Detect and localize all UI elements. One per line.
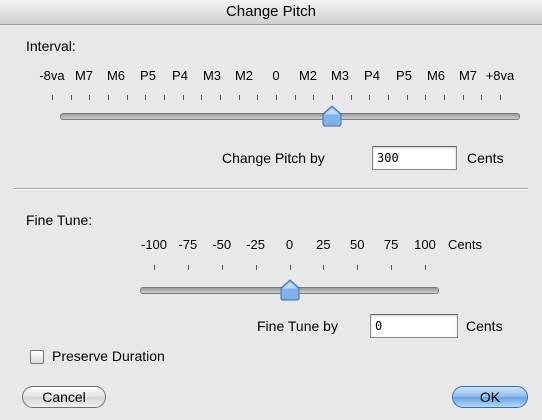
fine-tune-slider-thumb[interactable] xyxy=(279,279,301,301)
fine-tune-label: Fine Tune: xyxy=(26,212,93,228)
interval-tick-label: M3 xyxy=(202,68,222,83)
interval-tick-mark xyxy=(463,95,464,100)
interval-tick-mark xyxy=(425,95,426,100)
interval-tick-label: P4 xyxy=(364,68,380,83)
interval-tick-mark xyxy=(127,95,128,100)
interval-tick-mark xyxy=(313,95,314,100)
interval-tick-mark xyxy=(407,95,408,100)
interval-tick-mark xyxy=(71,95,72,100)
preserve-duration-checkbox[interactable] xyxy=(30,350,44,364)
change-pitch-by-label: Change Pitch by xyxy=(222,150,325,166)
interval-tick-label: M3 xyxy=(330,68,350,83)
interval-tick-mark xyxy=(295,95,296,100)
fine-tune-tick-mark xyxy=(425,265,426,270)
fine-tune-tick-mark xyxy=(290,265,291,270)
interval-tick-mark xyxy=(444,95,445,100)
interval-tick-mark xyxy=(89,95,90,100)
fine-tune-tick-label: 0 xyxy=(285,237,294,252)
interval-tick-mark xyxy=(481,95,482,100)
interval-tick-label: +8va xyxy=(485,68,515,83)
interval-slider-track[interactable] xyxy=(60,113,520,120)
fine-tune-tick-label: 75 xyxy=(383,237,399,252)
interval-tick-label: M2 xyxy=(298,68,318,83)
fine-tune-tick-label: 25 xyxy=(316,237,331,252)
interval-tick-label: -8va xyxy=(39,68,65,83)
interval-tick-mark xyxy=(183,95,184,100)
cancel-button[interactable]: Cancel xyxy=(22,386,106,408)
interval-tick-mark xyxy=(369,95,370,100)
fine-tune-tick-mark xyxy=(256,265,257,270)
interval-tick-mark xyxy=(164,95,165,100)
interval-tick-mark xyxy=(351,95,352,100)
section-divider xyxy=(14,188,528,190)
fine-tune-tick-mark xyxy=(188,265,189,270)
interval-tick-label: M6 xyxy=(426,68,446,83)
fine-tune-tick-mark xyxy=(222,265,223,270)
interval-tick-mark xyxy=(388,95,389,100)
fine-tune-units: Cents xyxy=(466,318,503,334)
interval-tick-mark xyxy=(201,95,202,100)
fine-tune-input[interactable]: 0 xyxy=(370,314,458,338)
interval-tick-mark xyxy=(276,95,277,100)
preserve-duration-label[interactable]: Preserve Duration xyxy=(52,348,165,364)
interval-tick-label: M7 xyxy=(458,68,478,83)
fine-tune-tick-label: 100 xyxy=(414,237,436,252)
interval-tick-label: P5 xyxy=(140,68,156,83)
interval-tick-mark xyxy=(257,95,258,100)
change-pitch-units: Cents xyxy=(467,150,504,166)
fine-tune-tick-label: -50 xyxy=(212,237,232,252)
interval-tick-label: P4 xyxy=(172,68,188,83)
fine-tune-tick-mark xyxy=(357,265,358,270)
window-title: Change Pitch xyxy=(0,0,542,25)
fine-tune-tick-mark xyxy=(154,265,155,270)
interval-tick-mark xyxy=(52,95,53,100)
fine-tune-tick-mark xyxy=(391,265,392,270)
interval-tick-label: M6 xyxy=(106,68,126,83)
fine-tune-tick-label: 50 xyxy=(350,237,365,252)
interval-tick-mark xyxy=(220,95,221,100)
interval-tick-label: P5 xyxy=(396,68,412,83)
ok-button[interactable]: OK xyxy=(452,386,528,408)
fine-tune-tick-label: -100 xyxy=(140,237,168,252)
fine-tune-tick-label: -75 xyxy=(178,237,198,252)
interval-tick-mark xyxy=(108,95,109,100)
fine-tune-tick-mark xyxy=(323,265,324,270)
interval-tick-label: M7 xyxy=(74,68,94,83)
fine-tune-tick-label: -25 xyxy=(246,237,266,252)
interval-tick-label: M2 xyxy=(234,68,254,83)
interval-tick-label: 0 xyxy=(272,68,280,83)
interval-tick-mark xyxy=(239,95,240,100)
interval-slider-thumb[interactable] xyxy=(321,105,343,127)
change-pitch-input[interactable]: 300 xyxy=(372,146,457,170)
interval-tick-mark xyxy=(332,95,333,100)
interval-tick-mark xyxy=(145,95,146,100)
fine-tune-scale-units: Cents xyxy=(448,237,482,252)
interval-tick-mark xyxy=(500,95,501,100)
fine-tune-by-label: Fine Tune by xyxy=(257,318,338,334)
interval-label: Interval: xyxy=(26,38,76,54)
